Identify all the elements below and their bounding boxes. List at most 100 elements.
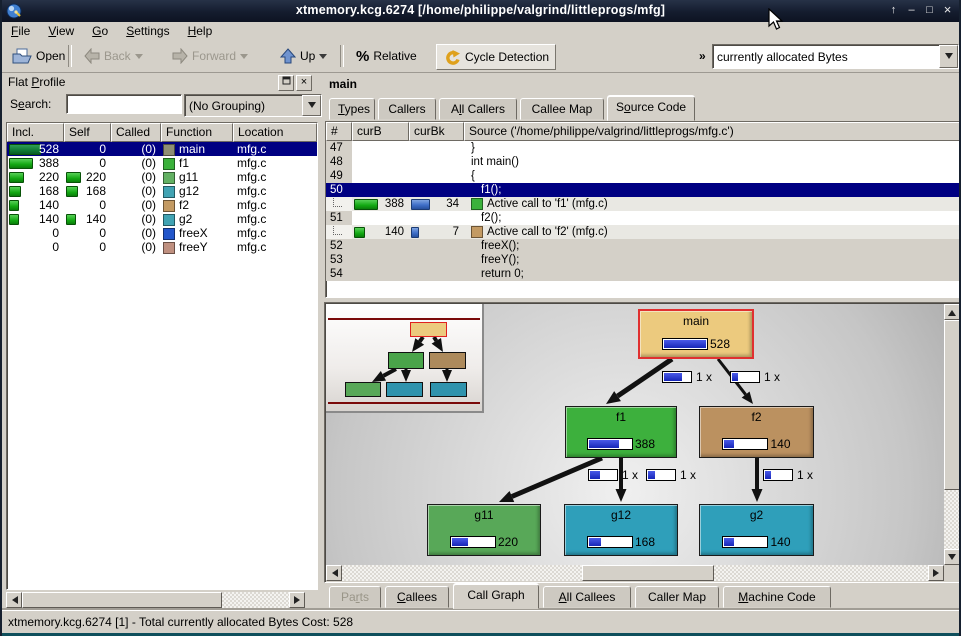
hscroll-thumb[interactable]: [582, 565, 714, 581]
forward-dropdown-caret[interactable]: [240, 54, 248, 63]
source-line-54[interactable]: 54return 0;: [326, 267, 960, 281]
source-line-47[interactable]: 47}: [326, 141, 960, 155]
flat-profile-dock-header[interactable]: Flat Profile ×: [8, 75, 316, 92]
event-type-combobox[interactable]: currently allocated Bytes: [712, 44, 959, 69]
source-column-curB[interactable]: curB: [352, 122, 409, 141]
active-call-row[interactable]: 1407Active call to 'f2' (mfg.c): [326, 225, 960, 239]
relative-toggle-button[interactable]: % Relative: [350, 44, 423, 68]
active-call-row[interactable]: 38834Active call to 'f1' (mfg.c): [326, 197, 960, 211]
back-button[interactable]: Back: [78, 44, 149, 68]
tab-machine-code[interactable]: Machine Code: [723, 586, 831, 608]
graph-node-g11[interactable]: g11220: [427, 504, 541, 556]
minimize-button[interactable]: –: [903, 3, 920, 18]
scroll-right-button[interactable]: [289, 592, 305, 608]
scroll-left-button[interactable]: [326, 565, 342, 581]
call-graph-panel: main528f1388f2140g11220g12168g2140 1 x1 …: [324, 302, 961, 583]
function-color-swatch: [163, 186, 175, 198]
source-column-num[interactable]: #: [326, 122, 352, 141]
tab-all-callers[interactable]: All Callers: [439, 98, 517, 120]
open-button[interactable]: Open: [6, 44, 71, 68]
tab-parts[interactable]: Parts: [329, 586, 381, 608]
graph-node-g2[interactable]: g2140: [699, 504, 814, 556]
edge-cost-bar: [646, 469, 676, 481]
toolbar-overflow-chevron[interactable]: »: [699, 49, 706, 63]
function-row-f2[interactable]: 1400(0)f2mfg.c: [7, 198, 317, 212]
function-row-main[interactable]: 5280(0)mainmfg.c: [7, 142, 317, 156]
scroll-down-button[interactable]: [944, 549, 960, 565]
title-bar[interactable]: xtmemory.kcg.6274 [/home/philippe/valgri…: [2, 0, 959, 22]
graph-vscrollbar[interactable]: [944, 304, 960, 565]
column-header-incl[interactable]: Incl.: [7, 123, 64, 142]
back-dropdown-caret[interactable]: [135, 54, 143, 63]
tab-source-code[interactable]: Source Code: [607, 96, 695, 121]
tree-branch-icon: [333, 226, 342, 235]
close-button[interactable]: ×: [939, 3, 956, 18]
source-column-curBk[interactable]: curBk: [409, 122, 464, 141]
node-cost-bar: [587, 438, 633, 450]
function-row-g2[interactable]: 140140(0)g2mfg.c: [7, 212, 317, 226]
tab-call-graph[interactable]: Call Graph: [453, 584, 539, 609]
scroll-left-button[interactable]: [6, 592, 22, 608]
graph-node-f2[interactable]: f2140: [699, 406, 814, 458]
dock-float-button[interactable]: [278, 75, 294, 91]
line-number: 47: [326, 141, 352, 155]
menu-go[interactable]: Go: [83, 22, 117, 41]
callee-color-swatch: [471, 226, 483, 238]
scroll-up-button[interactable]: [944, 304, 960, 320]
flat-profile-hscrollbar[interactable]: [6, 592, 305, 608]
up-button[interactable]: Up: [274, 44, 333, 68]
call-graph-viewport[interactable]: main528f1388f2140g11220g12168g2140 1 x1 …: [326, 304, 944, 565]
tab-callees[interactable]: Callees: [385, 586, 449, 608]
source-line-48[interactable]: 48int main(): [326, 155, 960, 169]
function-row-g12[interactable]: 168168(0)g12mfg.c: [7, 184, 317, 198]
graph-node-f1[interactable]: f1388: [565, 406, 677, 458]
combobox-dropdown-button[interactable]: [939, 45, 958, 68]
dock-close-button[interactable]: ×: [296, 75, 312, 91]
graph-node-main[interactable]: main528: [638, 309, 754, 359]
cycle-detection-toggle-button[interactable]: Cycle Detection: [436, 44, 556, 70]
rollup-button[interactable]: ↑: [885, 3, 902, 18]
maximize-button[interactable]: □: [921, 3, 938, 18]
tab-all-callees[interactable]: All Callees: [543, 586, 631, 608]
flat-profile-title: Flat Profile: [8, 75, 65, 89]
source-line-53[interactable]: 53freeY();: [326, 253, 960, 267]
graph-birdseye-overview[interactable]: [326, 304, 484, 413]
scroll-right-button[interactable]: [928, 565, 944, 581]
source-line-51[interactable]: 51f2();: [326, 211, 960, 225]
menu-settings[interactable]: Settings: [117, 22, 178, 41]
menu-file[interactable]: File: [2, 22, 39, 41]
line-number: 53: [326, 253, 352, 267]
source-line-52[interactable]: 52freeX();: [326, 239, 960, 253]
hscroll-thumb[interactable]: [22, 592, 222, 608]
function-row-freeX[interactable]: 00(0)freeXmfg.c: [7, 226, 317, 240]
tab-caller-map[interactable]: Caller Map: [635, 586, 719, 608]
function-row-f1[interactable]: 3880(0)f1mfg.c: [7, 156, 317, 170]
graph-node-g12[interactable]: g12168: [564, 504, 678, 556]
graph-hscrollbar[interactable]: [326, 565, 944, 581]
search-input[interactable]: [66, 94, 182, 114]
vscroll-thumb[interactable]: [944, 320, 960, 490]
menu-view[interactable]: View: [39, 22, 83, 41]
tab-callee-map[interactable]: Callee Map: [520, 98, 604, 120]
source-line-50[interactable]: 50f1();: [326, 183, 960, 197]
grouping-combobox[interactable]: (No Grouping): [184, 94, 322, 117]
tab-types[interactable]: Types: [329, 98, 375, 120]
source-line-49[interactable]: 49{: [326, 169, 960, 183]
source-column-Source[interactable]: Source ('/home/philippe/valgrind/littlep…: [464, 122, 960, 141]
grouping-dropdown-button[interactable]: [302, 95, 321, 116]
called-value: (0): [141, 240, 156, 254]
node-cost-value: 528: [710, 337, 730, 351]
up-dropdown-caret[interactable]: [319, 54, 327, 63]
node-cost-bar: [450, 536, 496, 548]
function-row-g11[interactable]: 220220(0)g11mfg.c: [7, 170, 317, 184]
function-row-freeY[interactable]: 00(0)freeYmfg.c: [7, 240, 317, 254]
forward-button[interactable]: Forward: [166, 44, 254, 68]
node-cost-value: 168: [635, 535, 655, 549]
menu-help[interactable]: Help: [179, 22, 222, 41]
tab-callers[interactable]: Callers: [378, 98, 436, 120]
node-cost-bar: [662, 338, 708, 350]
column-header-called[interactable]: Called: [111, 123, 161, 142]
column-header-function[interactable]: Function: [161, 123, 233, 142]
column-header-self[interactable]: Self: [64, 123, 111, 142]
column-header-location[interactable]: Location: [233, 123, 317, 142]
